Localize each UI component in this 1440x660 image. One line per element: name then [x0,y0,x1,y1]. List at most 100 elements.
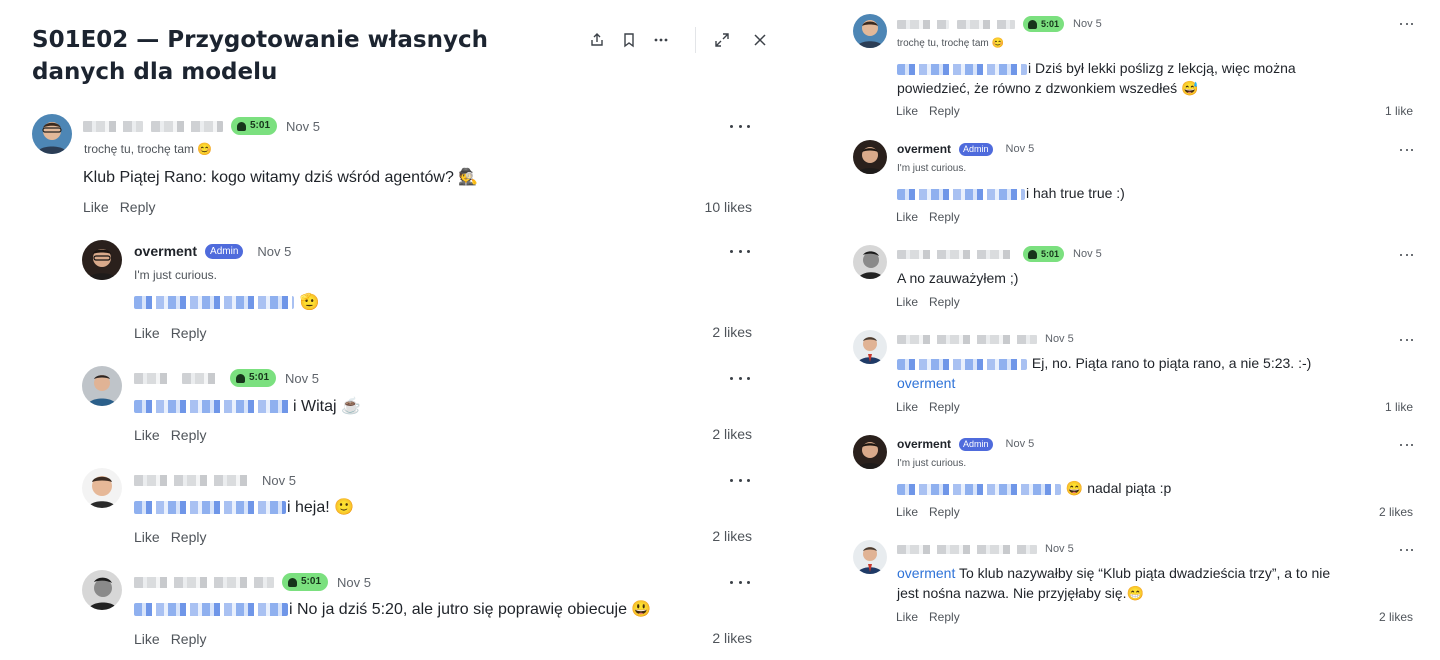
mention-link[interactable]: overment [897,375,955,391]
comment: 5:01 Nov 5 i No ja dziś 5:20, ale jutro … [82,570,762,654]
mention-redacted[interactable] [134,400,292,414]
avatar[interactable] [853,435,887,469]
like-button[interactable]: Like [134,427,160,443]
comment-more-icon[interactable] [1400,249,1413,261]
reply-button[interactable]: Reply [929,104,960,118]
comment: Nov 5 overment To klub nazywałby się “Kl… [853,540,1413,630]
reply-button[interactable]: Reply [171,529,207,545]
admin-badge: Admin [205,243,244,259]
comment-more-icon[interactable] [730,474,750,486]
reply-button[interactable]: Reply [120,199,156,215]
author-name[interactable]: overment [897,142,951,156]
comment-more-icon[interactable] [1400,334,1413,346]
admin-badge: Admin [959,142,993,156]
author-name[interactable]: overment [134,243,197,259]
likes-count: 2 likes [712,324,752,340]
mention-redacted[interactable] [897,483,1061,495]
avatar[interactable] [853,540,887,574]
comment-text-container: 😄 nadal piąta :p [897,478,1327,498]
like-button[interactable]: Like [134,529,160,545]
expand-icon[interactable] [710,28,734,52]
mention-link[interactable]: overment [897,565,955,581]
avatar[interactable] [32,114,72,154]
likes-count: 2 likes [1378,505,1413,519]
mention-redacted[interactable] [134,296,294,310]
like-button[interactable]: Like [83,199,109,215]
close-icon[interactable] [748,28,772,52]
like-button[interactable]: Like [896,400,918,414]
bookmark-icon[interactable] [617,28,641,52]
author-tagline: trochę tu, trochę tam 😊 [897,38,1004,49]
admin-badge: Admin [959,437,993,451]
like-button[interactable]: Like [896,610,918,624]
comment-text: i No ja dziś 5:20, ale jutro się poprawi… [289,601,652,618]
mention-redacted[interactable] [134,501,286,515]
comment-more-icon[interactable] [1400,18,1413,30]
rank-badge: 5:01 [282,573,329,591]
reply-button[interactable]: Reply [171,427,207,443]
share-icon[interactable] [585,28,609,52]
avatar[interactable] [82,468,122,508]
avatar[interactable] [82,570,122,610]
comment-text: i Witaj ☕ [293,398,361,415]
like-button[interactable]: Like [896,210,918,224]
comment: 5:01 Nov 5 i Witaj ☕ Like Reply 2 likes [82,366,762,450]
reply-button[interactable]: Reply [929,610,960,624]
reply-button[interactable]: Reply [171,631,207,647]
reply-button[interactable]: Reply [171,325,207,341]
like-button[interactable]: Like [134,631,160,647]
comment-date: Nov 5 [1005,143,1035,155]
like-button[interactable]: Like [896,295,918,309]
comment-date: Nov 5 [262,472,296,488]
comment-date: Nov 5 [1073,248,1102,260]
comment-text: A no zauważyłem ;) [897,270,1019,286]
more-icon[interactable] [649,28,673,52]
author-name[interactable]: overment [897,437,951,451]
reply-button[interactable]: Reply [929,505,960,519]
agent-icon [1028,249,1037,259]
comment-more-icon[interactable] [730,372,750,384]
comment-date: Nov 5 [286,118,320,134]
author-name-redacted [83,120,143,132]
avatar[interactable] [853,14,887,48]
likes-count: 2 likes [712,630,752,646]
author-name-redacted [134,576,274,588]
comment-text-container: i hah true true :) [897,183,1327,203]
mention-redacted[interactable] [897,358,1027,370]
avatar[interactable] [853,140,887,174]
comment: overment Admin Nov 5 I'm just curious. 🫡… [82,240,762,344]
avatar[interactable] [82,366,122,406]
mention-redacted[interactable] [134,603,288,617]
avatar[interactable] [853,245,887,279]
comment-more-icon[interactable] [1400,144,1413,156]
like-button[interactable]: Like [896,505,918,519]
comment-more-icon[interactable] [730,120,750,132]
comment-text: To klub nazywałby się “Klub piąta dwadzi… [897,565,1331,601]
comment-more-icon[interactable] [1400,439,1413,451]
agent-icon [237,121,246,131]
comment: 5:01 Nov 5 trochę tu, trochę tam 😊 i Dzi… [853,14,1413,124]
rank-badge: 5:01 [230,369,277,387]
author-name-redacted [897,334,1037,344]
mention-redacted[interactable] [897,188,1025,200]
like-button[interactable]: Like [134,325,160,341]
comment: Nov 5 i heja! 🙂 Like Reply 2 likes [82,468,762,552]
like-button[interactable]: Like [896,104,918,118]
comment-text-container: i heja! 🙂 [134,497,354,519]
thread-toolbar [585,27,780,53]
avatar[interactable] [82,240,122,280]
comment-more-icon[interactable] [1400,544,1413,556]
comment-more-icon[interactable] [730,245,750,257]
reply-button[interactable]: Reply [929,400,960,414]
avatar[interactable] [853,330,887,364]
mention-redacted[interactable] [897,63,1027,75]
comment-text: Klub Piątej Rano: kogo witamy dziś wśród… [83,169,479,186]
comment-more-icon[interactable] [730,576,750,588]
author-name-redacted [957,19,1015,29]
reply-button[interactable]: Reply [929,210,960,224]
reply-button[interactable]: Reply [929,295,960,309]
likes-count: 2 likes [712,426,752,442]
author-tagline: I'm just curious. [134,268,217,282]
comment: 5:01 Nov 5 trochę tu, trochę tam 😊 Klub … [32,114,762,224]
comment-text: i hah true true :) [1026,185,1125,201]
